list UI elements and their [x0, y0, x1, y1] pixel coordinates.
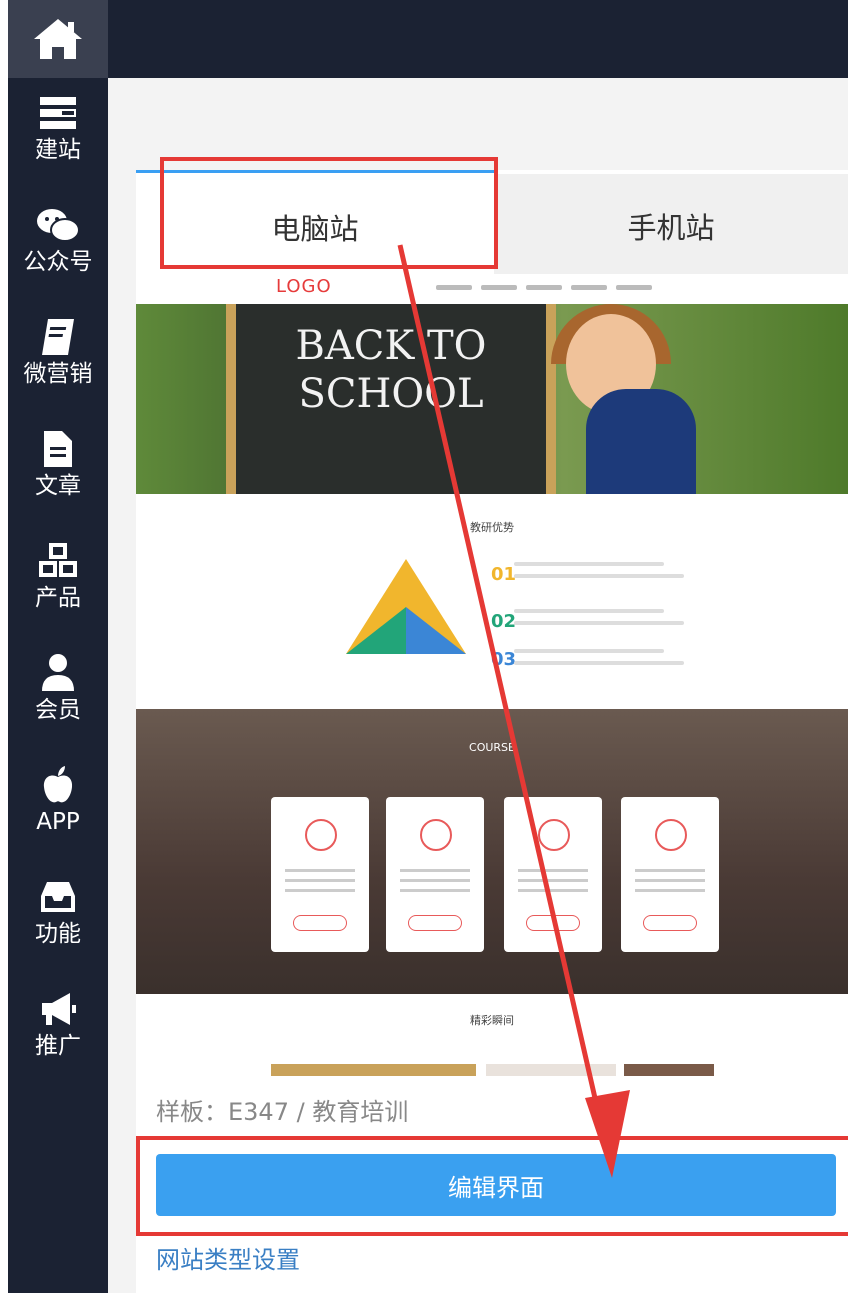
annotation-arrow — [397, 244, 630, 1178]
